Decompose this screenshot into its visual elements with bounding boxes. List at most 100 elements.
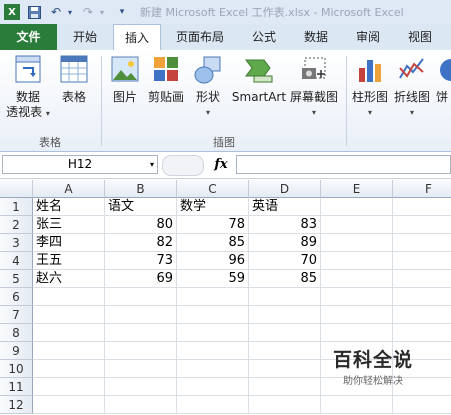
save-icon[interactable] xyxy=(26,4,42,20)
column-header[interactable]: B xyxy=(105,180,177,198)
row-header[interactable]: 7 xyxy=(0,306,33,324)
row-header[interactable]: 6 xyxy=(0,288,33,306)
cell-B1[interactable]: 语文 xyxy=(105,198,177,216)
cell-B10[interactable] xyxy=(105,360,177,378)
cell-A8[interactable] xyxy=(33,324,105,342)
tab-formulas[interactable]: 公式 xyxy=(244,24,284,50)
cell-A9[interactable] xyxy=(33,342,105,360)
cell-C9[interactable] xyxy=(177,342,249,360)
cell-E1[interactable] xyxy=(321,198,393,216)
cell-D5[interactable]: 85 xyxy=(249,270,321,288)
cell-D3[interactable]: 89 xyxy=(249,234,321,252)
row-header[interactable]: 1 xyxy=(0,198,33,216)
cell-A12[interactable] xyxy=(33,396,105,414)
cell-F6[interactable] xyxy=(393,288,451,306)
cell-B2[interactable]: 80 xyxy=(105,216,177,234)
formula-input[interactable] xyxy=(236,155,451,174)
cell-D2[interactable]: 83 xyxy=(249,216,321,234)
cell-C2[interactable]: 78 xyxy=(177,216,249,234)
undo-dropdown-icon[interactable]: ▾ xyxy=(62,4,78,20)
column-header[interactable]: F xyxy=(393,180,451,198)
formula-bar-divider-handle[interactable] xyxy=(162,155,204,176)
cell-F5[interactable] xyxy=(393,270,451,288)
redo-dropdown-icon[interactable]: ▾ xyxy=(94,4,110,20)
clip-art-button[interactable]: 剪贴画 xyxy=(146,54,186,105)
insert-function-icon[interactable]: fx xyxy=(208,155,234,174)
cell-C10[interactable] xyxy=(177,360,249,378)
tab-data[interactable]: 数据 xyxy=(296,24,336,50)
cell-C11[interactable] xyxy=(177,378,249,396)
excel-logo-icon[interactable]: X xyxy=(4,4,20,20)
cell-A7[interactable] xyxy=(33,306,105,324)
tab-page-layout[interactable]: 页面布局 xyxy=(168,24,232,50)
cell-D1[interactable]: 英语 xyxy=(249,198,321,216)
cell-F1[interactable] xyxy=(393,198,451,216)
cell-D7[interactable] xyxy=(249,306,321,324)
cell-B9[interactable] xyxy=(105,342,177,360)
cell-B8[interactable] xyxy=(105,324,177,342)
tab-file[interactable]: 文件 xyxy=(0,24,57,50)
row-header[interactable]: 11 xyxy=(0,378,33,396)
cell-D12[interactable] xyxy=(249,396,321,414)
cell-B6[interactable] xyxy=(105,288,177,306)
row-header[interactable]: 12 xyxy=(0,396,33,414)
tab-review[interactable]: 审阅 xyxy=(348,24,388,50)
cell-B4[interactable]: 73 xyxy=(105,252,177,270)
table-button[interactable]: 表格 xyxy=(56,54,92,105)
cell-C12[interactable] xyxy=(177,396,249,414)
picture-button[interactable]: 图片 xyxy=(107,54,143,105)
cell-C6[interactable] xyxy=(177,288,249,306)
cell-E7[interactable] xyxy=(321,306,393,324)
cell-A3[interactable]: 李四 xyxy=(33,234,105,252)
cell-E8[interactable] xyxy=(321,324,393,342)
cell-A2[interactable]: 张三 xyxy=(33,216,105,234)
cell-B11[interactable] xyxy=(105,378,177,396)
cell-F12[interactable] xyxy=(393,396,451,414)
pivot-table-button[interactable]: 数据 透视表 ▾ xyxy=(6,54,50,121)
cell-E4[interactable] xyxy=(321,252,393,270)
tab-view[interactable]: 视图 xyxy=(400,24,440,50)
pie-chart-button[interactable]: 饼 xyxy=(436,54,451,105)
tab-insert[interactable]: 插入 xyxy=(113,24,161,51)
cell-B12[interactable] xyxy=(105,396,177,414)
cell-C7[interactable] xyxy=(177,306,249,324)
select-all-corner[interactable] xyxy=(0,180,33,198)
row-header[interactable]: 9 xyxy=(0,342,33,360)
cell-D11[interactable] xyxy=(249,378,321,396)
chevron-down-icon[interactable]: ▾ xyxy=(150,156,154,173)
cell-A6[interactable] xyxy=(33,288,105,306)
cell-C8[interactable] xyxy=(177,324,249,342)
cell-A5[interactable]: 赵六 xyxy=(33,270,105,288)
cell-C1[interactable]: 数学 xyxy=(177,198,249,216)
customize-toolbar-icon[interactable]: ▾ xyxy=(114,4,130,20)
column-header[interactable]: E xyxy=(321,180,393,198)
cell-B5[interactable]: 69 xyxy=(105,270,177,288)
row-header[interactable]: 5 xyxy=(0,270,33,288)
column-header[interactable]: C xyxy=(177,180,249,198)
cell-B3[interactable]: 82 xyxy=(105,234,177,252)
cell-F8[interactable] xyxy=(393,324,451,342)
column-chart-button[interactable]: 柱形图 ▾ xyxy=(350,54,390,120)
column-header[interactable]: A xyxy=(33,180,105,198)
tab-home[interactable]: 开始 xyxy=(62,24,108,50)
name-box[interactable]: H12 ▾ xyxy=(2,155,158,174)
row-header[interactable]: 8 xyxy=(0,324,33,342)
shapes-button[interactable]: 形状 ▾ xyxy=(190,54,226,120)
cell-F2[interactable] xyxy=(393,216,451,234)
cell-A1[interactable]: 姓名 xyxy=(33,198,105,216)
cell-E5[interactable] xyxy=(321,270,393,288)
cell-B7[interactable] xyxy=(105,306,177,324)
cell-D6[interactable] xyxy=(249,288,321,306)
row-header[interactable]: 3 xyxy=(0,234,33,252)
cell-E3[interactable] xyxy=(321,234,393,252)
row-header[interactable]: 2 xyxy=(0,216,33,234)
cell-E6[interactable] xyxy=(321,288,393,306)
cell-D10[interactable] xyxy=(249,360,321,378)
line-chart-button[interactable]: 折线图 ▾ xyxy=(392,54,432,120)
smartart-button[interactable]: SmartArt xyxy=(231,54,287,105)
cell-C5[interactable]: 59 xyxy=(177,270,249,288)
cell-A11[interactable] xyxy=(33,378,105,396)
cell-F3[interactable] xyxy=(393,234,451,252)
row-header[interactable]: 10 xyxy=(0,360,33,378)
cell-E12[interactable] xyxy=(321,396,393,414)
